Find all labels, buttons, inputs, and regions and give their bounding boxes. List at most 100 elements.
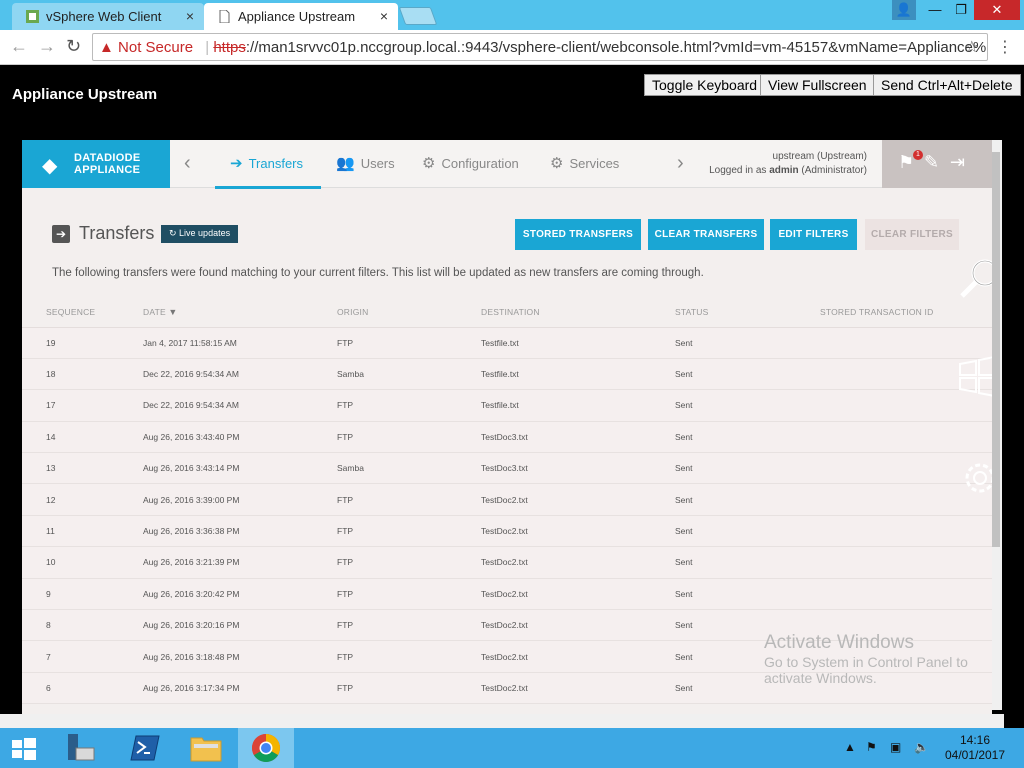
table-row[interactable]: 18 Dec 22, 2016 9:54:34 AM Samba Testfile.t… [22,358,992,391]
url-separator: | [205,39,210,56]
cell-origin: FTP [337,578,481,611]
table-row[interactable]: 11 Aug 26, 2016 3:36:38 PM FTP TestDoc2.txt… [22,515,992,548]
nav-item-configuration[interactable]: ⚙ Configuration [422,154,519,172]
cell-sequence: 14 [22,421,143,454]
minimize-button[interactable]: — [922,0,948,20]
cell-sequence: 19 [22,327,143,359]
file-explorer-button[interactable] [182,728,230,768]
browser-menu-icon[interactable]: ⋮ [997,37,1013,57]
volume-muted-icon[interactable]: 🔈 [914,740,929,754]
action-center-icon[interactable]: ⚑ [866,740,877,754]
datadiode-logo[interactable]: ◆ DATADIODE APPLIANCE [22,140,170,188]
cell-sequence: 8 [22,609,143,642]
close-window-button[interactable]: ✕ [974,0,1020,20]
back-arrow-icon[interactable]: ← [10,36,28,57]
cell-destination: TestDoc2.txt [481,515,675,548]
cell-origin: FTP [337,483,481,516]
clear-transfers-button[interactable]: CLEAR TRANSFERS [648,219,764,250]
vsphere-icon [26,10,39,23]
cell-date: Dec 22, 2016 9:54:34 AM [143,358,337,391]
column-header-status[interactable]: STATUS [675,297,820,328]
cell-date: Aug 26, 2016 3:21:39 PM [143,546,337,579]
new-tab-button[interactable] [398,7,438,25]
cell-sequence: 12 [22,483,143,516]
table-row[interactable]: 9 Aug 26, 2016 3:20:42 PM FTP TestDoc2.txt S… [22,578,992,611]
url-scheme: https [213,39,246,56]
user-profile-icon[interactable]: 👤 [892,0,916,20]
wrench-icon[interactable]: ✎ [924,152,939,173]
cell-destination: TestDoc3.txt [481,421,675,454]
not-secure-label: Not Secure [118,39,194,56]
column-header-sequence[interactable]: SEQUENCE [22,297,143,328]
nav-item-services[interactable]: ⚙ Services [550,154,619,172]
folder-icon [190,737,222,762]
system-clock[interactable]: 14:16 04/01/2017 [940,733,1010,763]
edit-filters-button[interactable]: EDIT FILTERS [770,219,857,250]
table-row[interactable]: 17 Dec 22, 2016 9:54:34 AM FTP Testfile.txt… [22,389,992,422]
vertical-scrollbar-thumb[interactable] [992,152,1000,547]
transfer-arrow-icon: ➔ [230,155,243,172]
cell-status: Sent [675,546,820,579]
filter-description: The following transfers were found match… [52,267,704,279]
cell-date: Aug 26, 2016 3:20:16 PM [143,609,337,642]
reload-icon[interactable]: ↻ [66,36,81,57]
table-row[interactable]: 13 Aug 26, 2016 3:43:14 PM Samba TestDoc3.t… [22,452,992,485]
table-row[interactable]: 14 Aug 26, 2016 3:43:40 PM FTP TestDoc3.txt… [22,421,992,454]
nav-label: Services [569,156,620,171]
cell-origin: FTP [337,640,481,673]
cell-sequence: 6 [22,672,143,705]
column-header-origin[interactable]: ORIGIN [337,297,481,328]
chrome-button[interactable] [238,728,294,768]
table-row[interactable]: 19 Jan 4, 2017 11:58:15 AM FTP Testfile.txt… [22,327,992,359]
show-hidden-icons-icon[interactable]: ▲ [844,740,856,754]
cell-sequence: 18 [22,358,143,391]
server-manager-button[interactable] [56,728,104,768]
clear-filters-button[interactable]: CLEAR FILTERS [865,219,959,250]
live-updates-badge[interactable]: ↻ Live updates [161,225,239,243]
bookmark-star-icon[interactable]: ☆ [965,37,979,57]
close-tab-icon[interactable]: × [186,8,194,24]
horizontal-scrollbar[interactable] [0,714,1004,728]
nav-item-transfers[interactable]: ➔ Transfers [230,154,303,172]
forward-arrow-icon[interactable]: → [38,36,56,57]
flag-icon[interactable]: ⚑ [898,152,914,173]
toggle-keyboard-button[interactable]: Toggle Keyboard [644,74,766,96]
table-row[interactable]: 12 Aug 26, 2016 3:39:00 PM FTP TestDoc2.txt… [22,483,992,516]
shield-logo-icon: ◆ [42,155,58,177]
watermark-line-1: Go to System in Control Panel to [764,654,968,670]
nav-prev-chevron-icon[interactable]: ‹ [184,152,191,175]
table-header-row: SEQUENCE DATE ▼ ORIGIN DESTINATION STATU… [22,297,992,328]
cell-date: Aug 26, 2016 3:18:48 PM [143,640,337,673]
nav-label: Transfers [248,156,303,171]
stored-transfers-button[interactable]: STORED TRANSFERS [515,219,641,250]
cell-status: Sent [675,358,820,391]
cell-stored-transaction-id [820,546,992,579]
cell-status: Sent [675,421,820,454]
send-ctrl-alt-delete-button[interactable]: Send Ctrl+Alt+Delete [873,74,1021,96]
page-title: Transfers [79,223,155,243]
nav-item-users[interactable]: 👥 Users [336,154,395,172]
cell-destination: Testfile.txt [481,358,675,391]
cell-status: Sent [675,483,820,516]
cell-destination: TestDoc2.txt [481,546,675,579]
logo-line-1: DATADIODE [74,152,141,164]
tab-vsphere-web-client[interactable]: vSphere Web Client × [12,3,204,30]
table-row[interactable]: 10 Aug 26, 2016 3:21:39 PM FTP TestDoc2.txt… [22,546,992,579]
url-input[interactable]: ▲ Not Secure | https://man1srvvc01p.nccg… [92,33,988,61]
vm-console-screen[interactable]: ◆ DATADIODE APPLIANCE ‹ ➔ Transfers 👥 User… [0,140,1024,728]
column-header-date[interactable]: DATE ▼ [143,297,337,328]
powershell-button[interactable] [122,728,170,768]
activate-windows-watermark: Activate Windows Go to System in Control… [764,632,968,686]
tab-appliance-upstream[interactable]: Appliance Upstream × [204,3,398,30]
logout-icon[interactable]: ⇥ [950,152,965,173]
start-button[interactable] [0,728,50,768]
column-header-destination[interactable]: DESTINATION [481,297,675,328]
tab-title: vSphere Web Client [46,9,162,24]
cell-origin: FTP [337,515,481,548]
user-name: admin [769,165,799,176]
network-icon[interactable]: ▣ [890,740,901,754]
maximize-button[interactable]: ❐ [948,0,974,20]
cell-status: Sent [675,389,820,422]
close-tab-icon[interactable]: × [380,8,388,24]
view-fullscreen-button[interactable]: View Fullscreen [760,74,875,96]
